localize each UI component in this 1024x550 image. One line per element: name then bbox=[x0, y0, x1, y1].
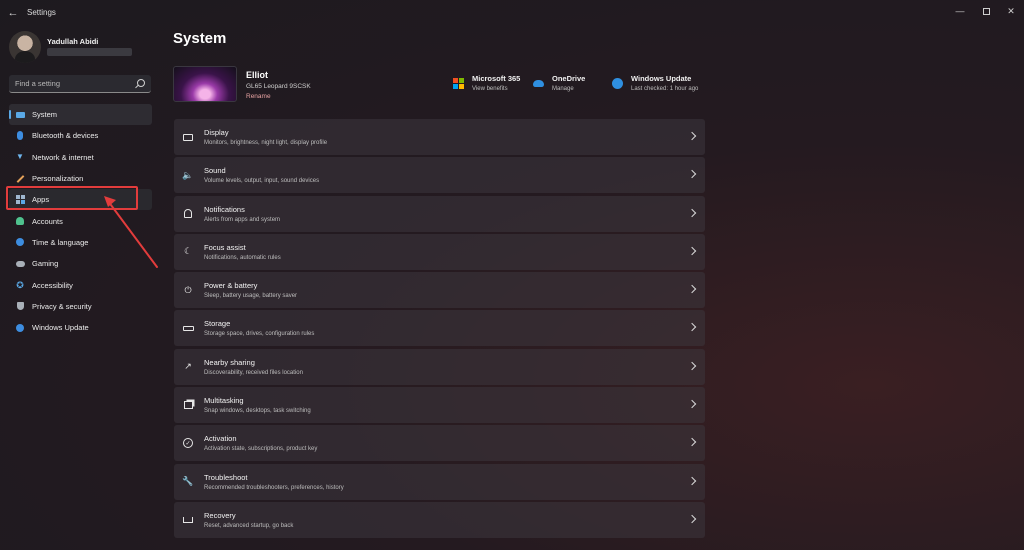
setting-subtitle: Alerts from apps and system bbox=[204, 216, 281, 223]
setting-subtitle: Discoverability, received files location bbox=[204, 369, 303, 376]
chevron-right-icon bbox=[687, 399, 697, 409]
bell-icon bbox=[182, 208, 194, 220]
setting-focus-assist[interactable]: ☾ Focus assist Notifications, automatic r… bbox=[174, 233, 705, 270]
quick-link-title: OneDrive bbox=[552, 74, 586, 83]
quick-link-subtitle: Manage bbox=[552, 86, 574, 92]
device-wallpaper-thumbnail bbox=[173, 66, 237, 102]
setting-activation[interactable]: ✓ Activation Activation state, subscripti… bbox=[174, 425, 705, 462]
setting-subtitle: Sleep, battery usage, battery saver bbox=[204, 293, 298, 300]
quick-link-onedrive[interactable]: OneDrive Manage bbox=[533, 74, 585, 92]
setting-troubleshoot[interactable]: 🔧 Troubleshoot Recommended troubleshooter… bbox=[174, 463, 705, 500]
power-icon: ⏻ bbox=[184, 284, 192, 295]
multitask-icon bbox=[182, 399, 194, 411]
quick-link-subtitle: View benefits bbox=[472, 86, 508, 92]
quick-link-windows-update[interactable]: Windows Update Last checked: 1 hour ago bbox=[612, 74, 698, 92]
share-icon: ↗ bbox=[184, 361, 192, 372]
setting-subtitle: Recommended troubleshooters, preferences… bbox=[204, 484, 344, 491]
setting-title: Focus assist bbox=[204, 242, 246, 252]
chevron-right-icon bbox=[687, 284, 697, 294]
recovery-icon bbox=[182, 514, 194, 526]
quick-link-microsoft-365[interactable]: Microsoft 365 View benefits bbox=[453, 74, 520, 92]
speaker-icon: 🔈 bbox=[182, 169, 194, 180]
device-name: Elliot bbox=[246, 70, 268, 80]
setting-multitasking[interactable]: Multitasking Snap windows, desktops, task… bbox=[174, 387, 705, 424]
moon-icon: ☾ bbox=[183, 246, 193, 257]
setting-subtitle: Activation state, subscriptions, product… bbox=[204, 446, 318, 453]
chevron-right-icon bbox=[687, 323, 697, 332]
device-model: GL65 Leopard 9SCSK bbox=[246, 83, 311, 90]
chevron-right-icon bbox=[687, 131, 697, 141]
setting-subtitle: Storage space, drives, configuration rul… bbox=[204, 331, 315, 338]
wrench-icon: 🔧 bbox=[182, 476, 194, 487]
chevron-right-icon bbox=[687, 476, 697, 485]
setting-subtitle: Monitors, brightness, night light, displ… bbox=[204, 140, 328, 146]
chevron-right-icon bbox=[687, 361, 697, 371]
update-icon bbox=[612, 78, 623, 89]
display-icon bbox=[182, 131, 194, 143]
quick-link-title: Microsoft 365 bbox=[472, 74, 521, 83]
setting-title: Recovery bbox=[204, 510, 236, 520]
setting-title: Sound bbox=[204, 166, 226, 176]
setting-title: Nearby sharing bbox=[204, 357, 255, 367]
chevron-right-icon bbox=[687, 438, 697, 447]
setting-notifications[interactable]: Notifications Alerts from apps and system bbox=[174, 195, 705, 232]
setting-nearby-sharing[interactable]: ↗ Nearby sharing Discoverability, receive… bbox=[174, 348, 705, 385]
page-title: System bbox=[173, 30, 227, 47]
chevron-right-icon bbox=[687, 170, 697, 179]
setting-display[interactable]: Display Monitors, brightness, night light… bbox=[174, 119, 705, 155]
chevron-right-icon bbox=[687, 208, 697, 217]
microsoft-icon bbox=[453, 78, 464, 89]
storage-icon bbox=[182, 322, 194, 334]
setting-subtitle: Volume levels, output, input, sound devi… bbox=[204, 178, 320, 185]
setting-subtitle: Reset, advanced startup, go back bbox=[204, 522, 294, 529]
setting-storage[interactable]: Storage Storage space, drives, configurat… bbox=[174, 310, 705, 347]
setting-title: Power & battery bbox=[204, 281, 258, 291]
setting-title: Activation bbox=[204, 434, 237, 444]
quick-link-subtitle: Last checked: 1 hour ago bbox=[631, 86, 699, 92]
setting-title: Troubleshoot bbox=[204, 472, 248, 482]
setting-title: Storage bbox=[204, 319, 231, 329]
rename-link[interactable]: Rename bbox=[246, 93, 271, 100]
setting-power-battery[interactable]: ⏻ Power & battery Sleep, battery usage, b… bbox=[174, 272, 705, 309]
quick-link-title: Windows Update bbox=[631, 74, 692, 83]
setting-title: Multitasking bbox=[204, 396, 244, 406]
check-circle-icon: ✓ bbox=[182, 437, 194, 449]
setting-sound[interactable]: 🔈 Sound Volume levels, output, input, sou… bbox=[174, 157, 705, 194]
chevron-right-icon bbox=[687, 246, 697, 256]
chevron-right-icon bbox=[687, 514, 697, 524]
setting-recovery[interactable]: Recovery Reset, advanced startup, go back bbox=[174, 501, 705, 538]
cloud-icon bbox=[533, 80, 544, 87]
setting-subtitle: Notifications, automatic rules bbox=[204, 254, 281, 261]
setting-title: Notifications bbox=[204, 204, 245, 214]
settings-list: Display Monitors, brightness, night light… bbox=[174, 119, 705, 540]
setting-subtitle: Snap windows, desktops, task switching bbox=[204, 408, 311, 415]
setting-title: Display bbox=[204, 128, 229, 137]
